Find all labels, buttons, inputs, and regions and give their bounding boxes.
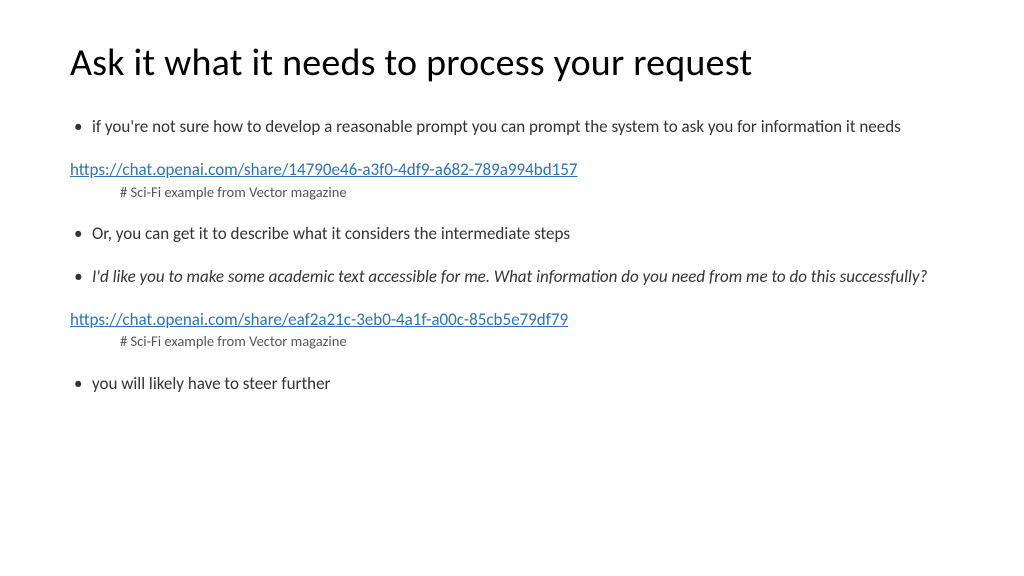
link-block-1: https://chat.openai.com/share/14790e46-a… [70,159,954,200]
link-block-2: https://chat.openai.com/share/eaf2a21c-3… [70,309,954,350]
slide-title: Ask it what it needs to process your req… [70,40,954,86]
slide: Ask it what it needs to process your req… [0,0,1024,576]
bullet-intermediate-steps: Or, you can get it to describe what it c… [70,223,954,244]
bullet-prompt-info: if you're not sure how to develop a reas… [70,116,954,137]
bullet-example-prompt: I'd like you to make some academic text … [70,266,954,287]
hash-note-1: # Sci-Fi example from Vector magazine [120,183,954,201]
bullet-steer-further: you will likely have to steer further [70,373,954,394]
hash-note-2: # Sci-Fi example from Vector magazine [120,332,954,350]
share-link-1[interactable]: https://chat.openai.com/share/14790e46-a… [70,159,577,180]
share-link-2[interactable]: https://chat.openai.com/share/eaf2a21c-3… [70,309,568,330]
slide-body: if you're not sure how to develop a reas… [70,116,954,394]
